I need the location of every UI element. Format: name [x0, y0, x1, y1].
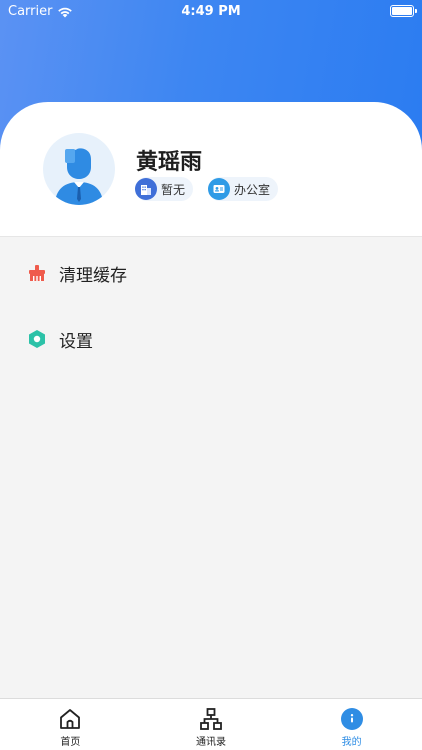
tab-label: 我的	[341, 737, 362, 748]
menu-item-clear-cache[interactable]: 清理缓存	[0, 240, 422, 306]
profile-card: 黄瑶雨 暂无 办公室	[0, 102, 422, 237]
settings-menu: 清理缓存 设置	[0, 240, 422, 372]
user-avatar-icon	[55, 148, 103, 205]
battery-icon	[390, 5, 417, 17]
organization-label: 暂无	[161, 182, 186, 197]
tab-contacts[interactable]: 通讯录	[141, 699, 282, 750]
status-time: 4:49 PM	[181, 4, 241, 19]
building-icon	[135, 178, 157, 200]
menu-item-label: 清理缓存	[59, 265, 127, 286]
org-chart-icon	[200, 708, 222, 730]
profile-icon	[340, 708, 363, 730]
department-tag: 办公室	[208, 177, 279, 201]
department-label: 办公室	[234, 182, 271, 197]
tab-home[interactable]: 首页	[0, 699, 141, 750]
menu-item-label: 设置	[59, 331, 93, 352]
tab-label: 通讯录	[196, 737, 226, 748]
menu-item-settings[interactable]: 设置	[0, 306, 422, 372]
settings-icon	[27, 329, 47, 349]
id-card-icon	[208, 178, 230, 200]
user-name: 黄瑶雨	[136, 150, 203, 175]
tab-label: 首页	[60, 737, 81, 748]
status-bar: Carrier 4:49 PM	[0, 0, 422, 24]
organization-tag: 暂无	[135, 177, 194, 201]
tab-mine[interactable]: 我的	[281, 699, 422, 750]
bottom-tab-bar: 首页 通讯录 我的	[0, 698, 422, 750]
avatar[interactable]	[43, 133, 115, 205]
home-icon	[60, 709, 81, 729]
broom-icon	[27, 263, 47, 283]
